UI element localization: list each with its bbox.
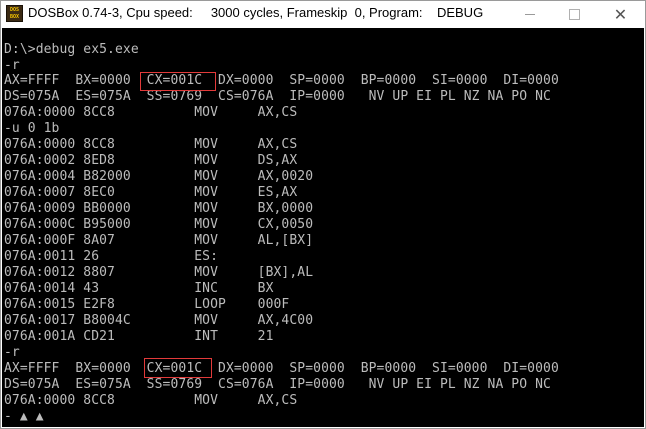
console-line: 076A:0004 B82000 MOV AX,0020 [4,169,314,184]
console-line: 076A:0017 B8004C MOV AX,4C00 [4,313,314,328]
console-line: -r [4,58,20,73]
title-bar[interactable]: DOS BOX DOSBox 0.74-3, Cpu speed: 3000 c… [1,1,645,28]
console-line: 076A:0012 8807 MOV [BX],AL [4,265,314,280]
maximize-icon [569,9,580,20]
console-line: -r [4,345,20,360]
close-button[interactable]: ✕ [598,1,643,28]
console-line: 076A:000F 8A07 MOV AL,[BX] [4,233,314,248]
console-line: DS=075A ES=075A SS=0769 CS=076A IP=0000 … [4,89,551,104]
icon-label-top: DOS [9,7,20,13]
minimize-button[interactable] [507,1,552,28]
console-line: 076A:001A CD21 INT 21 [4,329,274,344]
console-line: 076A:0007 8EC0 MOV ES,AX [4,185,298,200]
console-line: -u 0 1b [4,121,60,136]
icon-label-bottom: BOX [9,14,20,20]
maximize-button[interactable] [552,1,597,28]
console-line: 076A:0009 BB0000 MOV BX,0000 [4,201,314,216]
close-icon: ✕ [613,5,628,24]
console-line: 076A:0000 8CC8 MOV AX,CS [4,137,298,152]
cx-register-highlight [140,72,216,91]
console-line: 076A:0014 43 INC BX [4,281,274,296]
dosbox-app-icon[interactable]: DOS BOX [6,5,23,22]
console-prompt-tail: - ▲ ▲ [4,409,44,424]
window-title: DOSBox 0.74-3, Cpu speed: 3000 cycles, F… [28,5,484,20]
console-line: 076A:0011 26 ES: [4,249,219,264]
console-line: DS=075A ES=075A SS=0769 CS=076A IP=0000 … [4,377,551,392]
dosbox-window: DOS BOX DOSBox 0.74-3, Cpu speed: 3000 c… [0,0,646,429]
dos-console[interactable]: D:\>debug ex5.exe -r AX=FFFF BX=0000 CX=… [2,28,644,427]
console-line: 076A:0000 8CC8 MOV AX,CS [4,105,298,120]
console-line: 076A:0015 E2F8 LOOP 000F [4,297,290,312]
console-line: 076A:0002 8ED8 MOV DS,AX [4,153,298,168]
console-line: AX=FFFF BX=0000 CX=001C DX=0000 SP=0000 … [4,361,559,376]
console-line: D:\>debug ex5.exe [4,42,139,57]
console-line: AX=FFFF BX=0000 CX=001C DX=0000 SP=0000 … [4,73,559,88]
cx-register-highlight [144,358,212,378]
minimize-icon [524,14,535,15]
console-line: 076A:0000 8CC8 MOV AX,CS [4,393,298,408]
console-line: 076A:000C B95000 MOV CX,0050 [4,217,314,232]
